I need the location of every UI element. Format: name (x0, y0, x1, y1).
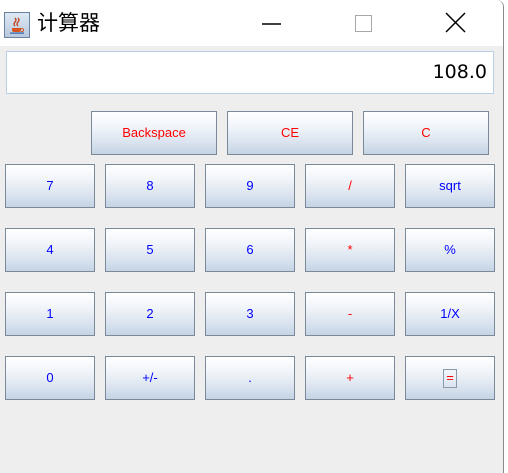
digit-3-button[interactable]: 3 (205, 292, 295, 336)
digit-1-button[interactable]: 1 (5, 292, 95, 336)
clear-button[interactable]: C (363, 111, 489, 155)
close-icon (445, 12, 466, 33)
digit-0-button[interactable]: 0 (5, 356, 95, 400)
minimize-button[interactable] (248, 0, 294, 46)
minimize-icon (262, 23, 281, 25)
digit-7-button[interactable]: 7 (5, 164, 95, 208)
backspace-button[interactable]: Backspace (91, 111, 217, 155)
equals-button-label: = (443, 369, 457, 389)
divide-button[interactable]: / (305, 164, 395, 208)
maximize-icon (355, 15, 372, 32)
equals-button[interactable]: = (405, 356, 495, 400)
digit-2-button[interactable]: 2 (105, 292, 195, 336)
multiply-button[interactable]: * (305, 228, 395, 272)
percent-button[interactable]: % (405, 228, 495, 272)
calculator-window: 计算器 108.0 Backspace CE C 7 8 9 / sqrt 4 … (0, 0, 504, 473)
subtract-button[interactable]: - (305, 292, 395, 336)
java-cup-icon[interactable] (4, 12, 30, 38)
result-display[interactable]: 108.0 (6, 51, 494, 94)
digit-5-button[interactable]: 5 (105, 228, 195, 272)
negate-button[interactable]: +/- (105, 356, 195, 400)
close-button[interactable] (432, 0, 478, 46)
decimal-point-button[interactable]: . (205, 356, 295, 400)
window-title: 计算器 (37, 11, 100, 35)
reciprocal-button[interactable]: 1/X (405, 292, 495, 336)
add-button[interactable]: + (305, 356, 395, 400)
sqrt-button[interactable]: sqrt (405, 164, 495, 208)
digit-6-button[interactable]: 6 (205, 228, 295, 272)
clear-entry-button[interactable]: CE (227, 111, 353, 155)
digit-9-button[interactable]: 9 (205, 164, 295, 208)
title-bar[interactable]: 计算器 (0, 0, 503, 46)
digit-8-button[interactable]: 8 (105, 164, 195, 208)
maximize-button[interactable] (340, 0, 386, 46)
digit-4-button[interactable]: 4 (5, 228, 95, 272)
